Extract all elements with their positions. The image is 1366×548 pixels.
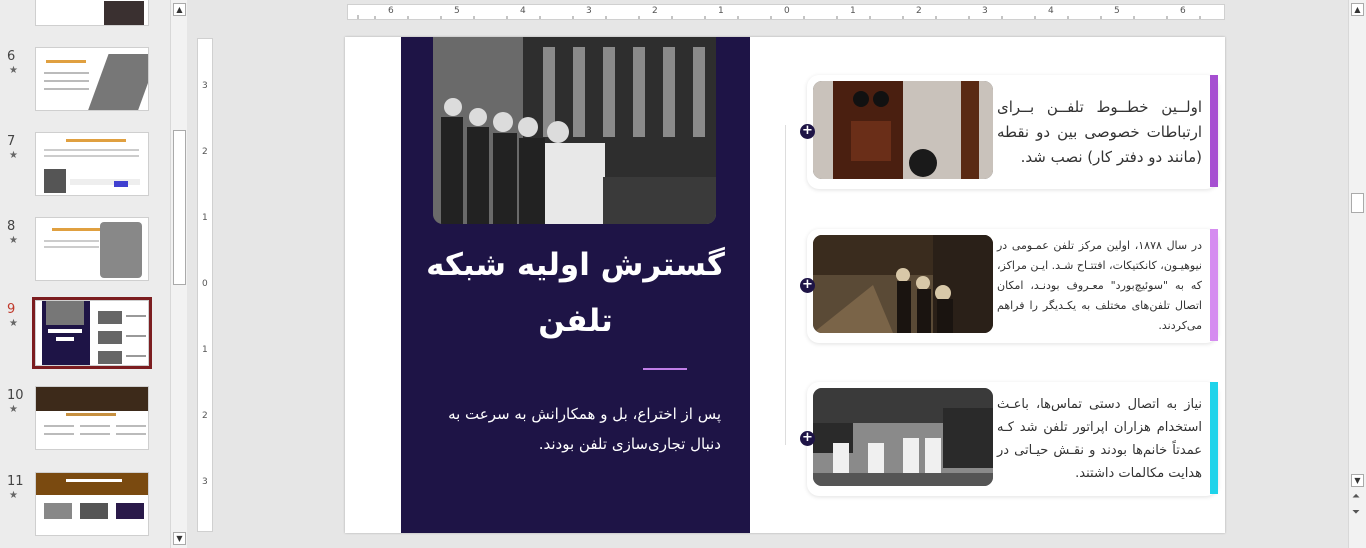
- photo-placeholder: [813, 81, 993, 179]
- ruler-label: 3: [586, 6, 592, 16]
- slide-thumbnail-6[interactable]: 6 ★: [0, 47, 170, 117]
- card-accent-bar: [1210, 229, 1218, 341]
- next-slide-icon[interactable]: ⏷: [1352, 508, 1360, 518]
- slide-thumbnail-image: [35, 0, 149, 26]
- operators-room-photo[interactable]: [813, 388, 993, 486]
- ruler-label: 1: [850, 6, 856, 16]
- photo-placeholder: [813, 388, 993, 486]
- info-card-3[interactable]: نیاز به اتصال دستی تماس‌ها، باعـث استخدا…: [807, 382, 1218, 496]
- slide-number: 6: [7, 49, 16, 64]
- ruler-label: 2: [202, 411, 208, 421]
- slide-scrollbar[interactable]: ▲ ▼ ⏶ ⏷: [1348, 0, 1366, 548]
- ruler-label: 5: [454, 6, 460, 16]
- scroll-up-button[interactable]: ▲: [173, 3, 186, 16]
- slide-thumbnail-11[interactable]: 11 ★: [0, 472, 170, 542]
- ruler-label: 2: [652, 6, 658, 16]
- slide-title[interactable]: گسترش اولیه شبکه تلفن: [421, 237, 730, 349]
- ruler-label: 1: [718, 6, 724, 16]
- timeline-line: [785, 125, 786, 445]
- animation-star-icon: ★: [9, 318, 18, 329]
- animation-star-icon: ★: [9, 150, 18, 161]
- slide-thumbnails-pane: 6 ★ 7 ★ 8 ★ 9 ★ 10 ★ 11 ★: [0, 0, 170, 548]
- card-text[interactable]: اولــین خطــوط تلفــن بــرای ارتباطات خص…: [997, 75, 1202, 189]
- slide-thumbnail-image: [35, 472, 149, 536]
- ruler-label: 2: [202, 147, 208, 157]
- scroll-down-button[interactable]: ▼: [173, 532, 186, 545]
- slide-number: 11: [7, 474, 24, 489]
- ruler-label: 1: [202, 213, 208, 223]
- animation-star-icon: ★: [9, 235, 18, 246]
- animation-star-icon: ★: [9, 65, 18, 76]
- ruler-label: 4: [1048, 6, 1054, 16]
- add-plus-icon[interactable]: +: [800, 124, 815, 139]
- powerpoint-editor: 6 ★ 7 ★ 8 ★ 9 ★ 10 ★ 11 ★ ▲ ▼ 6 5 4 3 2 …: [0, 0, 1366, 548]
- slide-thumbnail-image-selected: [32, 297, 152, 369]
- ruler-label: 1: [202, 345, 208, 355]
- animation-star-icon: ★: [9, 404, 18, 415]
- slide-thumbnail-image: [35, 217, 149, 281]
- wall-telephone-photo[interactable]: [813, 81, 993, 179]
- info-card-2[interactable]: در سال ۱۸۷۸، اولین مرکز تلفن عمـومی در ن…: [807, 229, 1218, 343]
- scrollbar-thumb[interactable]: [1351, 193, 1364, 213]
- slide-canvas[interactable]: گسترش اولیه شبکه تلفن پس از اختراع، بل و…: [345, 37, 1225, 533]
- slide-number: 9: [7, 302, 16, 317]
- slide-thumbnail-image: [35, 132, 149, 196]
- ruler-label: 3: [202, 81, 208, 91]
- ruler-label: 5: [1114, 6, 1120, 16]
- slide-number: 8: [7, 219, 16, 234]
- horizontal-ruler[interactable]: 6 5 4 3 2 1 0 1 2 3 4 5 6: [347, 4, 1225, 20]
- ruler-label: 2: [916, 6, 922, 16]
- previous-slide-icon[interactable]: ⏶: [1352, 492, 1360, 502]
- animation-star-icon: ★: [9, 490, 18, 501]
- thumbnails-scrollbar[interactable]: ▲ ▼: [170, 0, 187, 548]
- slide-thumbnail-9[interactable]: 9 ★: [0, 297, 170, 370]
- slide-thumbnail-image: [35, 47, 149, 111]
- ruler-label: 6: [388, 6, 394, 16]
- title-panel[interactable]: گسترش اولیه شبکه تلفن پس از اختراع، بل و…: [401, 37, 750, 533]
- scrollbar-thumb[interactable]: [173, 130, 186, 285]
- slide-thumbnail-8[interactable]: 8 ★: [0, 217, 170, 287]
- telephone-exchange-photo[interactable]: [813, 235, 993, 333]
- card-text[interactable]: در سال ۱۸۷۸، اولین مرکز تلفن عمـومی در ن…: [997, 229, 1202, 343]
- slide-thumbnail-image: [35, 386, 149, 450]
- ruler-label: 3: [982, 6, 988, 16]
- ruler-label: 3: [202, 477, 208, 487]
- slide-thumbnail-7[interactable]: 7 ★: [0, 132, 170, 202]
- scroll-up-button[interactable]: ▲: [1351, 3, 1364, 16]
- card-accent-bar: [1210, 75, 1218, 187]
- slide-number: 7: [7, 134, 16, 149]
- scroll-down-button[interactable]: ▼: [1351, 474, 1364, 487]
- ruler-label: 6: [1180, 6, 1186, 16]
- vertical-ruler[interactable]: 3 2 1 0 1 2 3: [197, 38, 213, 532]
- info-card-1[interactable]: اولــین خطــوط تلفــن بــرای ارتباطات خص…: [807, 75, 1218, 189]
- ruler-label: 4: [520, 6, 526, 16]
- title-divider: [643, 368, 687, 370]
- ruler-label: 0: [202, 279, 208, 289]
- ruler-label: 0: [784, 6, 790, 16]
- slide-number: 10: [7, 388, 24, 403]
- photo-placeholder: [813, 235, 993, 333]
- photo-placeholder: [433, 37, 716, 224]
- add-plus-icon[interactable]: +: [800, 278, 815, 293]
- add-plus-icon[interactable]: +: [800, 431, 815, 446]
- slide-body-text[interactable]: پس از اختراع، بل و همکارانش به سرعت به د…: [431, 399, 721, 459]
- switchboard-operators-photo[interactable]: [433, 37, 716, 224]
- card-accent-bar: [1210, 382, 1218, 494]
- slide-thumbnail-10[interactable]: 10 ★: [0, 386, 170, 456]
- card-text[interactable]: نیاز به اتصال دستی تماس‌ها، باعـث استخدا…: [997, 382, 1202, 496]
- slide-thumbnail-5-partial[interactable]: [0, 0, 170, 32]
